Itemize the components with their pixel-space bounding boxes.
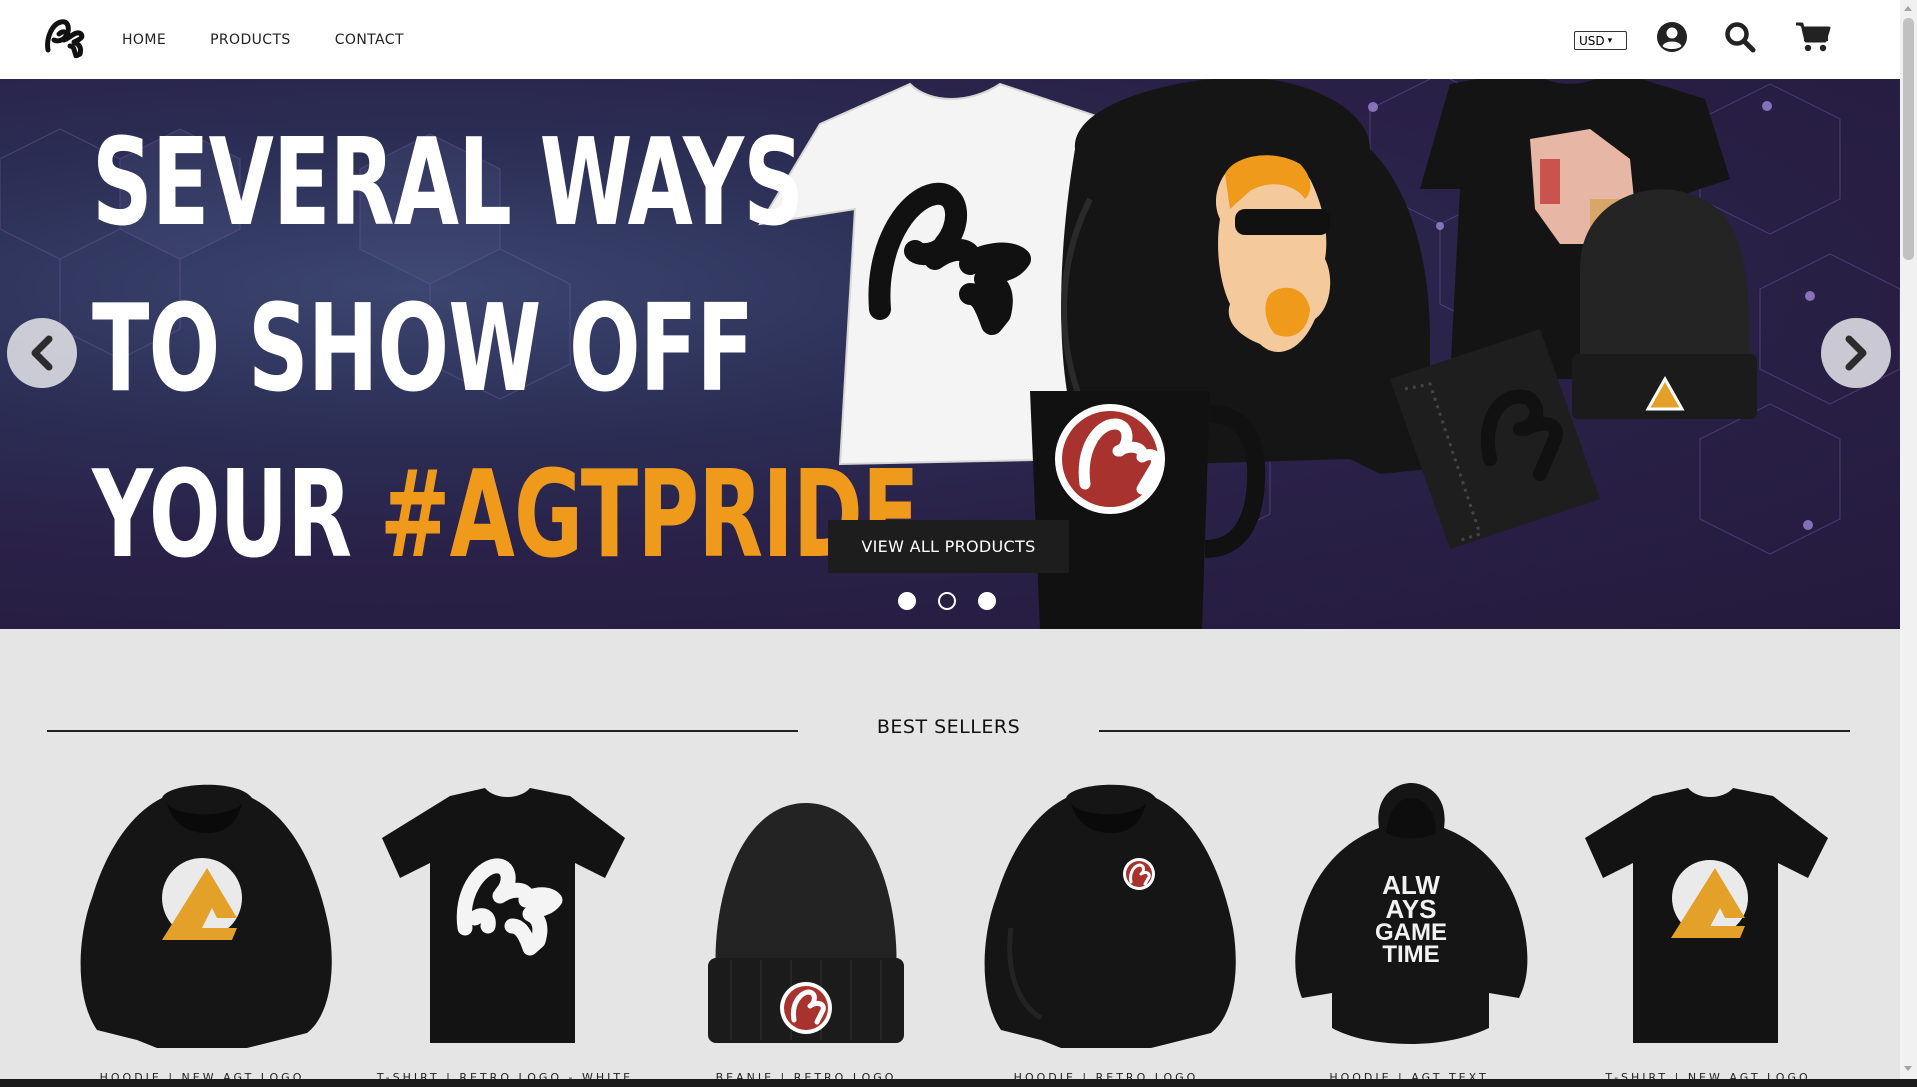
hero-carousel: SEVERAL WAYS TO SHOW OFF YOUR #AGTPRIDE …: [0, 79, 1900, 629]
nav-home[interactable]: HOME: [122, 32, 166, 48]
product-card[interactable]: HOODIE | RETRO LOGO: [971, 778, 1241, 1084]
back-print-line4: TIME: [1382, 941, 1439, 968]
view-all-products-button[interactable]: VIEW ALL PRODUCTS: [828, 520, 1069, 573]
product-image[interactable]: [1573, 778, 1843, 1058]
search-icon[interactable]: [1724, 21, 1756, 53]
product-card[interactable]: BEANIE | RETRO LOGO: [671, 778, 941, 1084]
hero-headline-line3: YOUR #AGTPRIDE: [92, 433, 920, 599]
product-card[interactable]: HOODIE | NEW AGT LOGO: [67, 778, 337, 1084]
hero-headline-line1: SEVERAL WAYS: [92, 114, 804, 253]
page: HOME PRODUCTS CONTACT USD ▾ SEVERAL WAYS…: [0, 0, 1917, 1087]
divider-right: [1099, 730, 1850, 732]
scrollbar-thumb[interactable]: [1903, 18, 1914, 260]
site-header: HOME PRODUCTS CONTACT USD ▾: [0, 0, 1900, 79]
carousel-next-button[interactable]: [1821, 318, 1891, 388]
scroll-up-arrow-icon[interactable]: [1904, 6, 1912, 11]
best-sellers-title: BEST SELLERS: [876, 716, 1021, 738]
product-card[interactable]: T-SHIRT | RETRO LOGO - WHITE: [370, 778, 640, 1084]
hero-headline-prefix: YOUR: [92, 446, 380, 585]
nav-products[interactable]: PRODUCTS: [210, 32, 291, 48]
carousel-dot-1[interactable]: [898, 592, 916, 610]
bottom-bar: [0, 1079, 1917, 1087]
product-image[interactable]: [971, 778, 1241, 1058]
carousel-dot-2[interactable]: [938, 592, 956, 610]
product-card[interactable]: T-SHIRT | NEW AGT LOGO: [1573, 778, 1843, 1084]
best-sellers-header: BEST SELLERS: [47, 716, 1850, 746]
carousel-dots: [898, 592, 996, 610]
chevron-left-icon: [31, 335, 53, 371]
main-nav: HOME PRODUCTS CONTACT: [122, 0, 404, 79]
product-grid: HOODIE | NEW AGT LOGO T-SHIRT | RETRO LO…: [47, 778, 1850, 1084]
carousel-dot-3[interactable]: [978, 592, 996, 610]
product-image[interactable]: [370, 778, 640, 1058]
carousel-prev-button[interactable]: [7, 318, 77, 388]
product-card[interactable]: ALW AYS GAME TIME HOODIE | AGT TEXT: [1274, 778, 1544, 1084]
product-image[interactable]: ALW AYS GAME TIME: [1274, 778, 1544, 1058]
product-image[interactable]: [67, 778, 337, 1058]
currency-select[interactable]: USD ▾: [1574, 31, 1627, 50]
account-icon[interactable]: [1656, 21, 1688, 53]
scroll-down-arrow-icon[interactable]: [1904, 1066, 1912, 1071]
hero-headline-line2: TO SHOW OFF: [92, 280, 754, 419]
hero-headline: SEVERAL WAYS TO SHOW OFF YOUR #AGTPRIDE: [92, 101, 920, 599]
chevron-right-icon: [1845, 335, 1867, 371]
product-image[interactable]: [671, 778, 941, 1058]
cart-icon[interactable]: [1795, 21, 1831, 53]
nav-contact[interactable]: CONTACT: [335, 32, 404, 48]
chevron-down-icon: ▾: [1607, 35, 1613, 46]
page-scrollbar[interactable]: [1900, 0, 1917, 1079]
currency-value: USD: [1579, 33, 1605, 48]
agt-logo[interactable]: [44, 16, 90, 58]
